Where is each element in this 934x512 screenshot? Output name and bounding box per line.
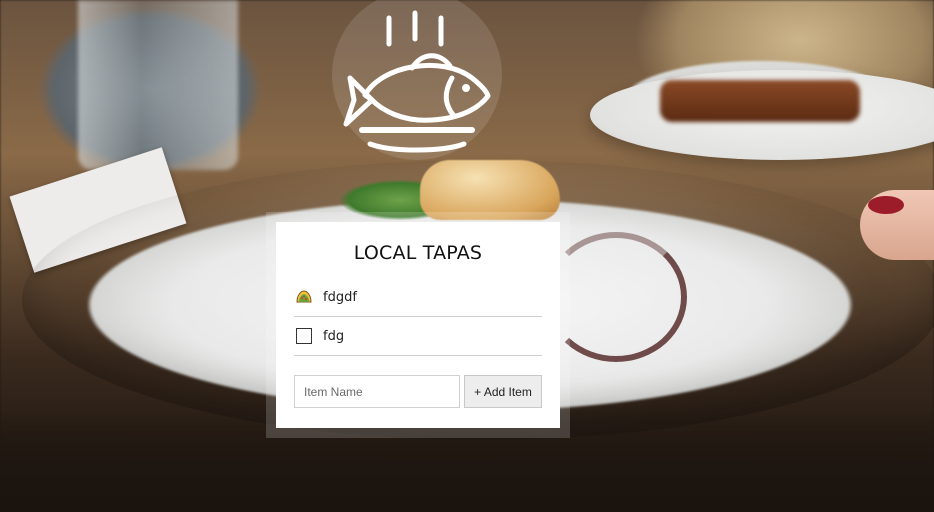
background-fish-dish — [420, 160, 560, 220]
tapas-card: LOCAL TAPAS fdgdf fdg Item Name + Add It… — [276, 222, 560, 428]
item-name-input[interactable] — [294, 375, 460, 408]
page-title: LOCAL TAPAS — [353, 242, 483, 264]
background-nail — [868, 196, 904, 214]
app-screen: LOCAL TAPAS fdgdf fdg Item Name + Add It… — [0, 0, 934, 512]
list-item[interactable]: fdg — [294, 317, 542, 356]
list-item-label: fdg — [323, 328, 345, 344]
background-glass — [78, 0, 238, 170]
add-item-button[interactable]: + Add Item — [464, 375, 542, 408]
taco-svg-icon — [296, 290, 312, 303]
background-side-food — [660, 80, 860, 122]
item-checkbox[interactable] — [296, 328, 312, 344]
item-list: fdgdf fdg — [294, 278, 542, 356]
fish-logo-icon — [343, 10, 491, 153]
list-item[interactable]: fdgdf — [294, 278, 542, 317]
fish-on-plate-logo-icon — [332, 0, 502, 165]
taco-icon[interactable] — [296, 289, 312, 305]
list-item-label: fdgdf — [323, 289, 357, 305]
add-item-form: + Add Item — [294, 375, 542, 408]
